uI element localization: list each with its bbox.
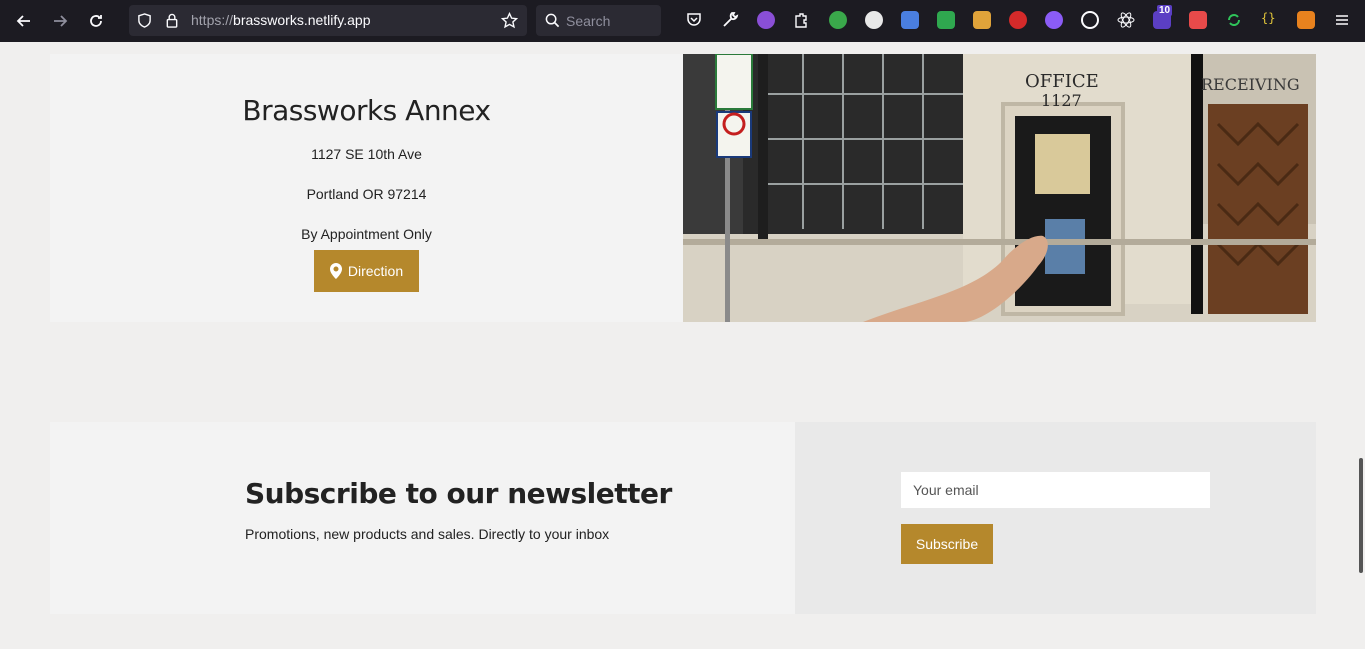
pocket-icon[interactable]	[685, 11, 703, 29]
react-extension-icon[interactable]	[1117, 11, 1135, 29]
address-line-city: Portland OR 97214	[306, 186, 427, 202]
search-placeholder: Search	[566, 13, 611, 29]
stop-hand-extension-icon[interactable]	[1009, 11, 1027, 29]
search-box[interactable]: Search	[536, 5, 661, 36]
url-text[interactable]: https://brassworks.netlify.app	[191, 12, 371, 28]
fwa-extension-icon[interactable]	[1189, 11, 1207, 29]
subscribe-button[interactable]: Subscribe	[901, 524, 993, 564]
forward-button[interactable]	[42, 3, 78, 39]
newsletter-subtitle: Promotions, new products and sales. Dire…	[245, 526, 610, 542]
annex-location-card: Brassworks Annex 1127 SE 10th Ave Portla…	[50, 54, 683, 322]
cloud-extension-icon[interactable]	[865, 11, 883, 29]
subscribe-label: Subscribe	[915, 536, 979, 552]
address-number-sign: 1127	[1041, 91, 1082, 110]
sync-extension-icon[interactable]	[1225, 11, 1243, 29]
wrench-icon[interactable]	[721, 11, 739, 29]
shield-icon[interactable]	[137, 13, 152, 28]
address-line-street: 1127 SE 10th Ave	[311, 146, 422, 162]
newsletter-form-panel: Subscribe	[795, 422, 1316, 614]
ghost-extension-icon[interactable]	[757, 11, 775, 29]
arrow-right-icon	[54, 15, 68, 27]
broom-extension-icon[interactable]	[973, 11, 991, 29]
green-extension-icon[interactable]	[937, 11, 955, 29]
cookie-extension-icon[interactable]	[1081, 11, 1099, 29]
extension-badge-count: 10	[1157, 5, 1173, 16]
map-marker-icon	[329, 263, 342, 279]
office-sign: OFFICE	[1025, 71, 1099, 92]
storefront-photo: OFFICE 1127 RECEIVING	[683, 54, 1316, 322]
reload-icon	[90, 15, 102, 27]
appointment-note: By Appointment Only	[301, 226, 432, 242]
annex-title: Brassworks Annex	[242, 94, 491, 127]
badge-extension-icon[interactable]: 10	[1153, 5, 1173, 29]
url-bar[interactable]: https://brassworks.netlify.app	[129, 5, 527, 36]
arrow-left-icon	[16, 15, 30, 27]
metamask-fox-icon[interactable]	[1297, 11, 1315, 29]
page-scrollbar[interactable]	[1359, 458, 1363, 573]
reload-button[interactable]	[78, 3, 114, 39]
search-icon	[545, 13, 560, 28]
email-field[interactable]	[901, 472, 1210, 508]
receiving-sign: RECEIVING	[1201, 75, 1300, 94]
url-scheme: https://	[191, 12, 234, 28]
translate-extension-icon[interactable]	[901, 11, 919, 29]
newsletter-info-panel: Subscribe to our newsletter Promotions, …	[50, 422, 795, 614]
browser-toolbar: https://brassworks.netlify.app Search 10…	[0, 0, 1365, 42]
back-button[interactable]	[6, 3, 42, 39]
storefront-image: OFFICE 1127 RECEIVING	[683, 54, 1316, 322]
url-host: brassworks.netlify.app	[233, 12, 371, 28]
extensions-puzzle-icon[interactable]	[793, 11, 811, 29]
color-wheel-extension-icon[interactable]	[829, 11, 847, 29]
lock-icon[interactable]	[165, 13, 179, 28]
star-icon[interactable]	[501, 12, 518, 29]
direction-label: Direction	[347, 263, 404, 279]
newsletter-title: Subscribe to our newsletter	[245, 477, 672, 510]
hamburger-menu-icon[interactable]	[1333, 11, 1351, 29]
gear-extension-icon[interactable]	[1045, 11, 1063, 29]
page-content: Brassworks Annex 1127 SE 10th Ave Portla…	[0, 42, 1365, 649]
json-extension-icon[interactable]: {}	[1261, 11, 1279, 29]
direction-button[interactable]: Direction	[314, 250, 419, 292]
